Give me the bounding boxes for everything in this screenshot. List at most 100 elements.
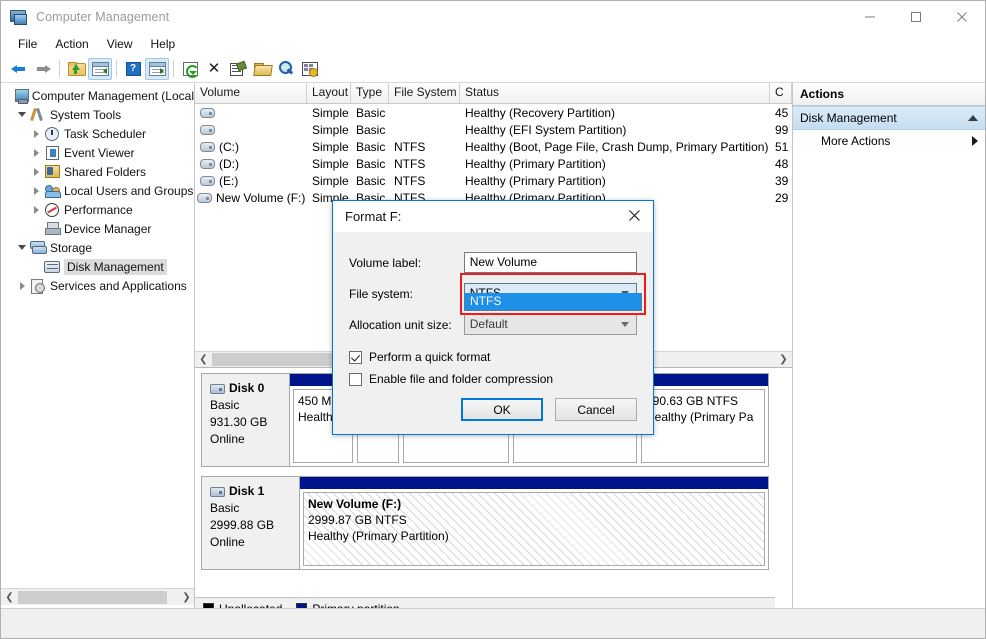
- checkbox-enable-compression[interactable]: Enable file and folder compression: [349, 368, 637, 390]
- open-folder-icon[interactable]: [250, 58, 274, 80]
- volume-label-input[interactable]: New Volume: [463, 252, 637, 273]
- disk-management-icon: [43, 259, 61, 275]
- chevron-down-icon[interactable]: [621, 322, 629, 327]
- column-header-status[interactable]: Status: [460, 83, 770, 103]
- menu-view[interactable]: View: [98, 35, 142, 53]
- action-item-more-actions[interactable]: More Actions: [793, 130, 985, 152]
- checkbox-box[interactable]: [349, 350, 362, 364]
- volume-list-header: Volume Layout Type File System Status C: [195, 83, 792, 104]
- close-icon[interactable]: [617, 201, 651, 230]
- sidebar-item-label: Disk Management: [64, 258, 167, 275]
- computer-management-window: Computer Management File Action View Hel…: [0, 0, 986, 639]
- tree-root[interactable]: Computer Management (Local: [1, 86, 194, 105]
- rescan-disks-icon[interactable]: [298, 58, 322, 80]
- show-hide-console-tree-icon[interactable]: [88, 57, 112, 80]
- column-header-capacity[interactable]: C: [770, 83, 792, 103]
- help-icon[interactable]: ?: [121, 58, 145, 80]
- refresh-icon[interactable]: [178, 58, 202, 80]
- computer-management-icon: [14, 88, 29, 104]
- cancel-button[interactable]: Cancel: [555, 398, 637, 421]
- column-header-file-system[interactable]: File System: [389, 83, 460, 103]
- scroll-track[interactable]: [18, 589, 178, 605]
- ok-button[interactable]: OK: [461, 398, 543, 421]
- disk-partitions-1: New Volume (F:) 2999.87 GB NTFS Healthy …: [300, 476, 769, 570]
- drive-icon: [200, 159, 215, 170]
- disk-type: Basic: [210, 398, 240, 412]
- menu-action[interactable]: Action: [46, 35, 97, 53]
- table-row[interactable]: (C:) Simple Basic NTFS Healthy (Boot, Pa…: [195, 138, 792, 155]
- chevron-right-icon[interactable]: [29, 168, 43, 176]
- window-controls: [847, 1, 985, 33]
- scroll-left-button[interactable]: ❮: [1, 589, 18, 605]
- maximize-button[interactable]: [893, 1, 939, 33]
- chevron-right-icon[interactable]: [29, 187, 43, 195]
- chevron-right-icon[interactable]: [15, 282, 29, 290]
- sidebar-item-device-manager[interactable]: Device Manager: [1, 219, 194, 238]
- sidebar-item-label: Device Manager: [64, 221, 152, 236]
- menu-file[interactable]: File: [9, 35, 46, 53]
- volume-list-rows: Simple Basic Healthy (Recovery Partition…: [195, 104, 792, 206]
- properties-icon[interactable]: [226, 58, 250, 80]
- cell-layout: Simple: [312, 156, 349, 171]
- sidebar-item-label: Performance: [64, 202, 133, 217]
- field-volume-label: Volume label: New Volume: [349, 247, 637, 278]
- drive-icon: [200, 142, 215, 153]
- column-header-type[interactable]: Type: [351, 83, 389, 103]
- sidebar-item-disk-management[interactable]: Disk Management: [1, 257, 194, 276]
- menu-help[interactable]: Help: [142, 35, 185, 53]
- show-hide-action-pane-icon[interactable]: [145, 57, 169, 80]
- chevron-right-icon[interactable]: [29, 149, 43, 157]
- sidebar-item-local-users-and-groups[interactable]: Local Users and Groups: [1, 181, 194, 200]
- sidebar-item-shared-folders[interactable]: Shared Folders: [1, 162, 194, 181]
- minimize-button[interactable]: [847, 1, 893, 33]
- allocation-unit-select[interactable]: Default: [463, 314, 637, 335]
- actions-group-disk-management[interactable]: Disk Management: [793, 106, 985, 130]
- file-system-dropdown-option-ntfs[interactable]: NTFS: [464, 293, 642, 311]
- sidebar-item-system-tools[interactable]: System Tools: [1, 105, 194, 124]
- toolbar-separator: [173, 60, 174, 77]
- sidebar-item-event-viewer[interactable]: Event Viewer: [1, 143, 194, 162]
- services-icon: [29, 278, 47, 294]
- table-row[interactable]: Simple Basic Healthy (Recovery Partition…: [195, 104, 792, 121]
- disk-info-1[interactable]: Disk 1 Basic 2999.88 GB Online: [201, 476, 300, 570]
- tree-horizontal-scrollbar[interactable]: ❮ ❯: [1, 588, 194, 605]
- performance-icon: [43, 202, 61, 218]
- sidebar-item-task-scheduler[interactable]: Task Scheduler: [1, 124, 194, 143]
- search-icon[interactable]: [274, 58, 298, 80]
- delete-icon[interactable]: ✕: [202, 58, 226, 80]
- cell-status: Healthy (Primary Partition): [465, 156, 606, 171]
- sidebar-item-storage[interactable]: Storage: [1, 238, 194, 257]
- cell-status: Healthy (Primary Partition): [465, 173, 606, 188]
- disk-size: 2999.88 GB: [210, 518, 275, 532]
- scroll-right-button[interactable]: ❯: [775, 352, 792, 367]
- column-header-volume[interactable]: Volume: [195, 83, 307, 103]
- cell-file-system: NTFS: [394, 139, 426, 154]
- chevron-right-icon[interactable]: [29, 130, 43, 138]
- sidebar-item-label: System Tools: [50, 107, 122, 122]
- checkbox-quick-format[interactable]: Perform a quick format: [349, 346, 637, 368]
- cell-capacity: 29: [775, 190, 789, 205]
- partition-block[interactable]: 390.63 GB NTFS Healthy (Primary Pa: [641, 389, 765, 463]
- sidebar-item-services-and-applications[interactable]: Services and Applications: [1, 276, 194, 295]
- checkbox-box[interactable]: [349, 372, 362, 386]
- sidebar-item-performance[interactable]: Performance: [1, 200, 194, 219]
- forward-icon[interactable]: [31, 58, 55, 80]
- scroll-left-button[interactable]: ❮: [195, 352, 212, 367]
- cell-volume: (E:): [219, 173, 239, 188]
- back-icon[interactable]: [7, 58, 31, 80]
- disk-info-0[interactable]: Disk 0 Basic 931.30 GB Online: [201, 373, 290, 467]
- chevron-down-icon[interactable]: [15, 245, 29, 250]
- table-row[interactable]: (D:) Simple Basic NTFS Healthy (Primary …: [195, 155, 792, 172]
- chevron-up-icon[interactable]: [968, 115, 978, 121]
- table-row[interactable]: Simple Basic Healthy (EFI System Partiti…: [195, 121, 792, 138]
- cell-layout: Simple: [312, 173, 349, 188]
- up-one-level-icon[interactable]: [64, 58, 88, 80]
- chevron-down-icon[interactable]: [15, 112, 29, 117]
- close-button[interactable]: [939, 1, 985, 33]
- table-row[interactable]: (E:) Simple Basic NTFS Healthy (Primary …: [195, 172, 792, 189]
- column-header-layout[interactable]: Layout: [307, 83, 351, 103]
- partition-block[interactable]: New Volume (F:) 2999.87 GB NTFS Healthy …: [303, 492, 765, 566]
- cell-layout: Simple: [312, 105, 349, 120]
- chevron-right-icon[interactable]: [29, 206, 43, 214]
- scroll-right-button[interactable]: ❯: [178, 589, 194, 605]
